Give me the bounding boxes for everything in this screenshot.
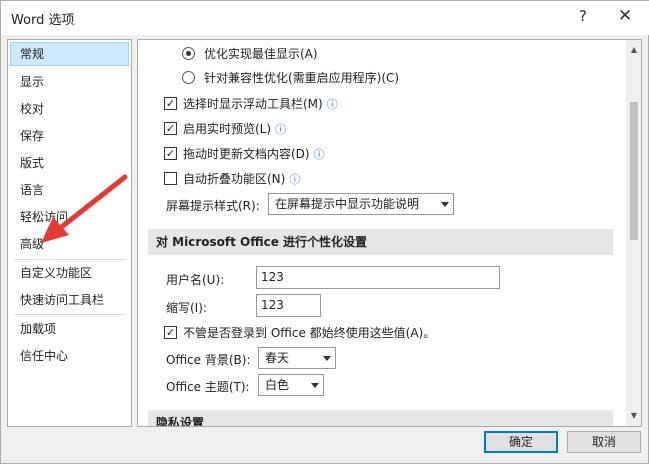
checkbox-show-minitoolbar[interactable]: ✓ 选择时显示浮动工具栏(M) ⓘ bbox=[164, 95, 338, 112]
info-icon: ⓘ bbox=[289, 172, 301, 186]
sidebar-item-general[interactable]: 常规 bbox=[10, 42, 129, 66]
initials-input[interactable]: 123 bbox=[256, 294, 321, 317]
office-theme-select[interactable]: 白色 bbox=[258, 374, 324, 396]
username-input[interactable]: 123 bbox=[256, 266, 500, 289]
username-label: 用户名(U): bbox=[166, 273, 225, 287]
screentip-style-select[interactable]: 在屏幕提示中显示功能说明 bbox=[268, 193, 454, 215]
checkbox-always-use-values[interactable]: ✓ 不管是否登录到 Office 都始终使用这些值(A)。 bbox=[164, 324, 435, 341]
content-scrollbar[interactable]: ▲ ▼ bbox=[626, 40, 641, 426]
info-icon: ⓘ bbox=[326, 97, 338, 111]
ok-button[interactable]: 确定 bbox=[484, 431, 558, 453]
chevron-down-icon bbox=[323, 356, 331, 361]
checkbox-unchecked-icon[interactable] bbox=[164, 172, 177, 185]
sidebar-item-trust-center[interactable]: 信任中心 bbox=[10, 344, 129, 368]
radio-optimize-compat-label: 针对兼容性优化(需重启应用程序)(C) bbox=[204, 71, 400, 85]
office-theme-label: Office 主题(T): bbox=[166, 380, 250, 394]
chevron-down-icon bbox=[311, 383, 319, 388]
radio-optimize-best-label: 优化实现最佳显示(A) bbox=[204, 47, 318, 61]
radio-optimize-compat[interactable]: 针对兼容性优化(需重启应用程序)(C) bbox=[182, 69, 399, 86]
sidebar-divider bbox=[14, 314, 126, 315]
word-options-dialog: Word 选项 ? ✕ 常规 显示 校对 保存 版式 语言 轻松访问 高级 自定… bbox=[0, 0, 649, 464]
title-bar: Word 选项 ? ✕ bbox=[1, 1, 649, 35]
checkbox-checked-icon[interactable]: ✓ bbox=[164, 326, 177, 339]
sidebar-item-quick-access-toolbar[interactable]: 快速访问工具栏 bbox=[10, 288, 129, 312]
personalize-section-header: 对 Microsoft Office 进行个性化设置 bbox=[148, 229, 613, 255]
options-content-pane: 优化实现最佳显示(A) 针对兼容性优化(需重启应用程序)(C) ✓ 选择时显示浮… bbox=[137, 39, 642, 427]
sidebar-item-advanced[interactable]: 高级 bbox=[10, 232, 129, 256]
screentip-style-label: 屏幕提示样式(R): bbox=[166, 199, 260, 213]
scroll-thumb[interactable] bbox=[630, 102, 638, 240]
scroll-up-icon[interactable]: ▲ bbox=[626, 42, 641, 58]
radio-unselected-icon[interactable] bbox=[182, 71, 195, 84]
checkbox-live-preview-label: 启用实时预览(L) bbox=[183, 122, 272, 136]
radio-selected-icon[interactable] bbox=[182, 47, 195, 60]
checkbox-always-use-values-label: 不管是否登录到 Office 都始终使用这些值(A)。 bbox=[183, 326, 436, 340]
checkbox-collapse-ribbon-label: 自动折叠功能区(N) bbox=[183, 172, 286, 186]
checkbox-checked-icon[interactable]: ✓ bbox=[164, 147, 177, 160]
scroll-down-icon[interactable]: ▼ bbox=[626, 408, 641, 424]
chevron-down-icon bbox=[441, 202, 449, 207]
checkbox-update-while-dragging-label: 拖动时更新文档内容(D) bbox=[183, 147, 310, 161]
help-icon[interactable]: ? bbox=[572, 7, 594, 29]
sidebar-item-save[interactable]: 保存 bbox=[10, 124, 129, 148]
sidebar-item-typography[interactable]: 版式 bbox=[10, 151, 129, 175]
sidebar-item-accessibility[interactable]: 轻松访问 bbox=[10, 205, 129, 229]
sidebar-item-proofing[interactable]: 校对 bbox=[10, 97, 129, 121]
screentip-style-value: 在屏幕提示中显示功能说明 bbox=[275, 197, 420, 211]
office-theme-value: 白色 bbox=[265, 378, 290, 392]
cancel-button[interactable]: 取消 bbox=[567, 431, 641, 453]
checkbox-live-preview[interactable]: ✓ 启用实时预览(L) ⓘ bbox=[164, 120, 286, 137]
office-background-label: Office 背景(B): bbox=[166, 353, 251, 367]
checkbox-checked-icon[interactable]: ✓ bbox=[164, 97, 177, 110]
info-icon: ⓘ bbox=[275, 122, 287, 136]
sidebar-item-language[interactable]: 语言 bbox=[10, 178, 129, 202]
privacy-section-header: 隐私设置 bbox=[148, 410, 613, 426]
sidebar-item-customize-ribbon[interactable]: 自定义功能区 bbox=[10, 261, 129, 285]
options-sidebar: 常规 显示 校对 保存 版式 语言 轻松访问 高级 自定义功能区 快速访问工具栏… bbox=[7, 39, 132, 427]
checkbox-show-minitoolbar-label: 选择时显示浮动工具栏(M) bbox=[183, 97, 323, 111]
checkbox-checked-icon[interactable]: ✓ bbox=[164, 122, 177, 135]
office-background-value: 春天 bbox=[265, 351, 290, 365]
office-background-select[interactable]: 春天 bbox=[258, 347, 336, 369]
sidebar-item-display[interactable]: 显示 bbox=[10, 70, 129, 94]
sidebar-item-add-ins[interactable]: 加载项 bbox=[10, 317, 129, 341]
checkbox-collapse-ribbon[interactable]: 自动折叠功能区(N) ⓘ bbox=[164, 170, 300, 187]
initials-label: 缩写(I): bbox=[166, 301, 207, 315]
dialog-title: Word 选项 bbox=[11, 13, 75, 28]
sidebar-divider bbox=[14, 259, 126, 260]
checkbox-update-while-dragging[interactable]: ✓ 拖动时更新文档内容(D) ⓘ bbox=[164, 145, 325, 162]
radio-optimize-best[interactable]: 优化实现最佳显示(A) bbox=[182, 45, 318, 62]
close-icon[interactable]: ✕ bbox=[613, 6, 637, 30]
info-icon: ⓘ bbox=[313, 147, 325, 161]
